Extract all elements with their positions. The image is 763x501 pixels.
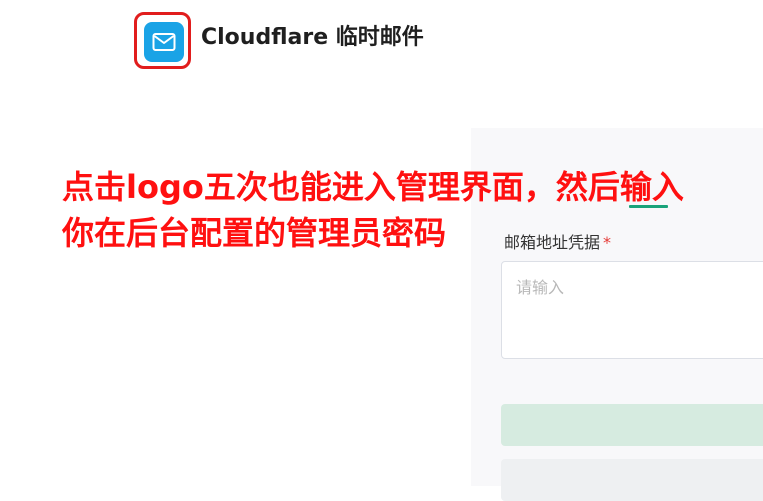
instruction-annotation: 点击logo五次也能进入管理界面，然后输入 你在后台配置的管理员密码 <box>62 164 684 256</box>
secondary-button[interactable] <box>501 459 763 501</box>
logo-button[interactable] <box>144 22 184 62</box>
credential-input[interactable] <box>501 261 763 359</box>
logo-highlight-box <box>134 12 191 69</box>
annotation-line-1: 点击logo五次也能进入管理界面，然后输入 <box>62 168 684 206</box>
annotation-line-2: 你在后台配置的管理员密码 <box>62 214 447 252</box>
mail-icon <box>152 33 176 51</box>
app-title: Cloudflare 临时邮件 <box>201 25 424 50</box>
login-button[interactable] <box>501 404 763 446</box>
spellcheck-underline <box>629 205 668 208</box>
